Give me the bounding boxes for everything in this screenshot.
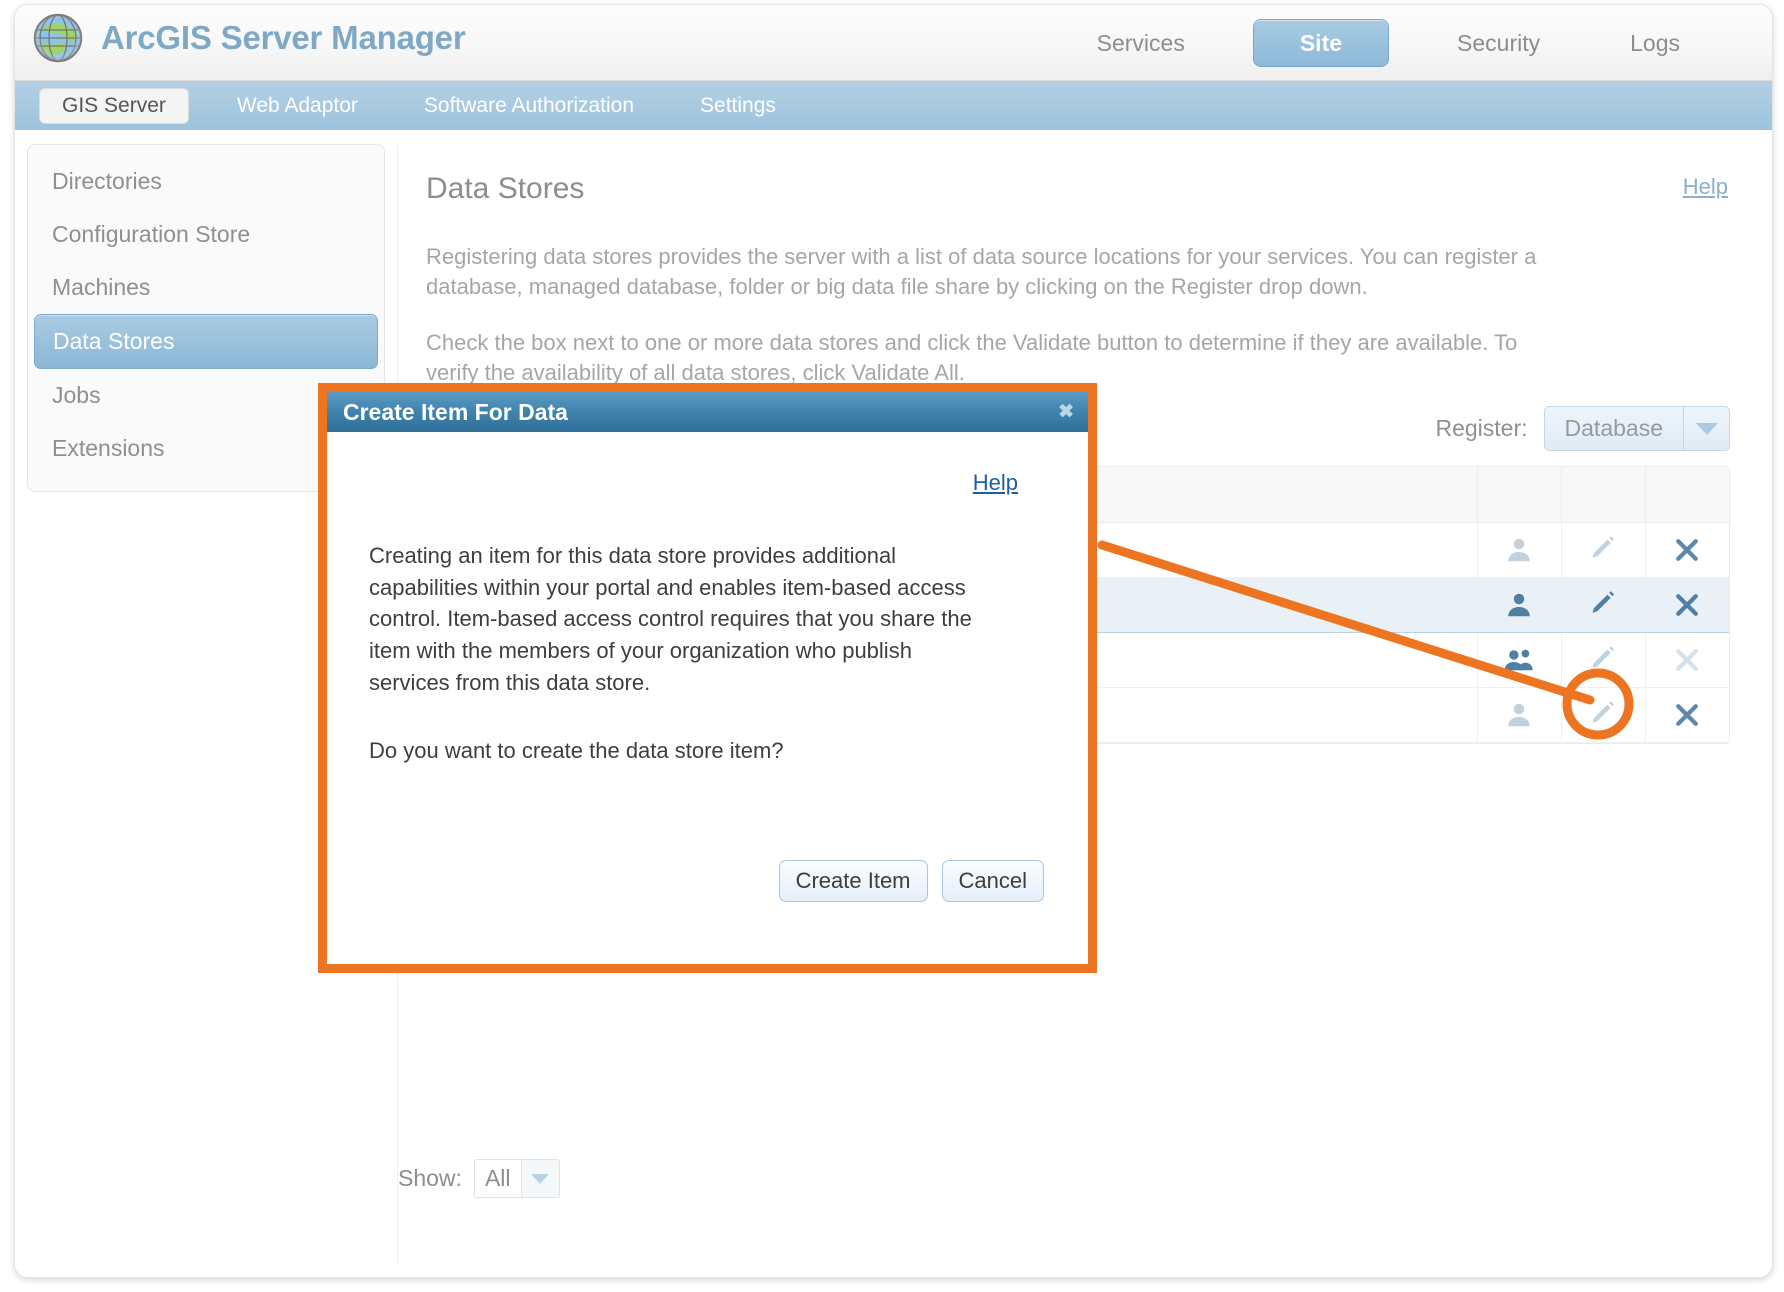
brand-title: ArcGIS Server Manager [101, 19, 465, 57]
close-x-icon[interactable] [1645, 523, 1729, 578]
pencil-icon[interactable] [1561, 633, 1645, 688]
register-dropdown[interactable]: Database [1544, 406, 1730, 451]
arcgis-globe-icon [31, 11, 85, 65]
dialog-body: Help Creating an item for this data stor… [327, 432, 1088, 964]
register-dropdown-value: Database [1545, 407, 1683, 450]
dialog-body-text: Creating an item for this data store pro… [369, 540, 989, 698]
show-dropdown[interactable]: All [474, 1159, 560, 1198]
sidebar-item-configuration-store[interactable]: Configuration Store [28, 208, 384, 261]
sidebar-item-directories[interactable]: Directories [28, 155, 384, 208]
close-icon[interactable]: ✖ [1058, 403, 1074, 422]
create-item-dialog: Create Item For Data ✖ Help Creating an … [318, 383, 1097, 973]
show-label: Show: [398, 1165, 462, 1192]
column-header-edit [1561, 467, 1645, 523]
sub-nav: GIS Server Web Adaptor Software Authoriz… [15, 81, 1772, 130]
dialog-title: Create Item For Data [343, 399, 568, 426]
sidebar-item-data-stores[interactable]: Data Stores [34, 314, 378, 369]
intro-paragraph-2: Check the box next to one or more data s… [426, 328, 1556, 388]
subnav-item-web-adaptor[interactable]: Web Adaptor [219, 89, 376, 123]
user-icon[interactable] [1477, 578, 1561, 633]
column-header-share [1477, 467, 1561, 523]
register-label: Register: [1435, 415, 1527, 442]
top-nav-item-security[interactable]: Security [1435, 20, 1562, 66]
cancel-button[interactable]: Cancel [942, 860, 1044, 902]
subnav-item-settings[interactable]: Settings [682, 89, 794, 123]
page-title: Data Stores [426, 172, 1730, 206]
column-header-delete [1645, 467, 1729, 523]
help-link[interactable]: Help [1683, 174, 1728, 200]
top-nav-item-logs[interactable]: Logs [1608, 20, 1702, 66]
dialog-question-text: Do you want to create the data store ite… [369, 738, 1046, 764]
pencil-icon[interactable] [1561, 578, 1645, 633]
show-filter-row: Show: All [398, 1159, 560, 1198]
chevron-down-icon[interactable] [1683, 407, 1729, 450]
user-icon[interactable] [1477, 523, 1561, 578]
subnav-item-software-authorization[interactable]: Software Authorization [406, 89, 652, 123]
pencil-icon[interactable] [1561, 688, 1645, 743]
dialog-titlebar: Create Item For Data ✖ [327, 392, 1088, 432]
app-header: ArcGIS Server Manager Services Site Secu… [15, 5, 1772, 81]
dialog-button-row: Create Item Cancel [779, 860, 1044, 902]
intro-paragraph-1: Registering data stores provides the ser… [426, 242, 1556, 302]
register-row: Register: Database [1435, 406, 1730, 451]
sidebar-item-machines[interactable]: Machines [28, 261, 384, 314]
subnav-item-gis-server[interactable]: GIS Server [39, 88, 189, 124]
top-nav-item-site[interactable]: Site [1253, 19, 1389, 67]
show-dropdown-value: All [475, 1160, 521, 1197]
user-icon[interactable] [1477, 688, 1561, 743]
chevron-down-icon[interactable] [521, 1160, 559, 1197]
brand: ArcGIS Server Manager [31, 11, 465, 65]
close-x-icon[interactable] [1645, 633, 1729, 688]
top-nav: Services Site Security Logs [1075, 5, 1772, 81]
create-item-button[interactable]: Create Item [779, 860, 928, 902]
top-nav-item-services[interactable]: Services [1075, 20, 1207, 66]
close-x-icon[interactable] [1645, 688, 1729, 743]
pencil-icon[interactable] [1561, 523, 1645, 578]
dialog-help-link[interactable]: Help [973, 470, 1018, 496]
users-icon[interactable] [1477, 633, 1561, 688]
close-x-icon[interactable] [1645, 578, 1729, 633]
